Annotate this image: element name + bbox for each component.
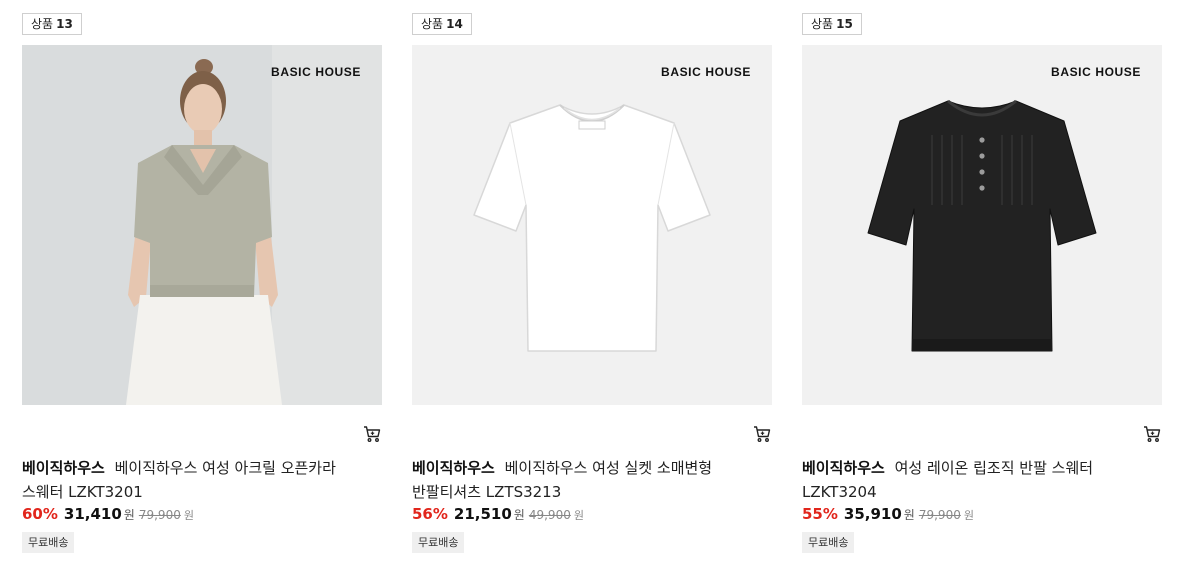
cart-icon[interactable] — [1142, 424, 1162, 444]
discount-rate: 60% — [22, 505, 58, 523]
product-number-badge: 상품 13 — [22, 13, 82, 35]
product-number-badge: 상품 15 — [802, 13, 862, 35]
knit-photo — [802, 45, 1162, 405]
brand-logo: BASIC HOUSE — [271, 65, 361, 79]
product-card[interactable]: 상품 15 BASIC HOUSE 베이직하우스 여성 레이온 립조직 반팔 스… — [802, 0, 1162, 565]
brand-logo: BASIC HOUSE — [661, 65, 751, 79]
sale-price: 31,410 — [63, 505, 122, 523]
product-brand[interactable]: 베이직하우스 — [802, 459, 885, 477]
brand-logo: BASIC HOUSE — [1051, 65, 1141, 79]
product-image[interactable]: BASIC HOUSE — [412, 45, 772, 405]
sale-price: 35,910 — [843, 505, 902, 523]
product-title[interactable]: 베이직하우스 베이직하우스 여성 실켓 소매변형 반팔티셔츠 LZTS3213 — [412, 456, 772, 504]
product-image[interactable]: BASIC HOUSE — [22, 45, 382, 405]
currency-label: 원 — [513, 508, 525, 522]
sale-price: 21,510 — [453, 505, 512, 523]
badge-number: 15 — [836, 17, 853, 31]
badge-label: 상품 — [811, 17, 834, 31]
badge-number: 14 — [446, 17, 463, 31]
product-card[interactable]: 상품 13 BASIC HOUSE 베이직하우스 베이직하우스 여성 아크릴 오… — [22, 0, 382, 565]
free-shipping-tag: 무료배송 — [412, 532, 465, 553]
currency-label: 원 — [903, 508, 915, 522]
product-title[interactable]: 베이직하우스 베이직하우스 여성 아크릴 오픈카라 스웨터 LZKT3201 — [22, 456, 382, 504]
product-title[interactable]: 베이직하우스 여성 레이온 립조직 반팔 스웨터 LZKT3204 — [802, 456, 1162, 504]
badge-label: 상품 — [31, 17, 54, 31]
discount-rate: 55% — [802, 505, 838, 523]
original-currency-label: 원 — [963, 509, 974, 522]
badge-label: 상품 — [421, 17, 444, 31]
badge-number: 13 — [56, 17, 73, 31]
currency-label: 원 — [123, 508, 135, 522]
price-row: 55% 35,910 원 79,900 원 — [802, 503, 974, 525]
product-image[interactable]: BASIC HOUSE — [802, 45, 1162, 405]
original-currency-label: 원 — [183, 509, 194, 522]
original-price: 79,900 — [138, 508, 181, 522]
original-price: 49,900 — [528, 508, 571, 522]
product-number-badge: 상품 14 — [412, 13, 472, 35]
free-shipping-tag: 무료배송 — [802, 532, 855, 553]
model-photo — [22, 45, 382, 405]
price-row: 56% 21,510 원 49,900 원 — [412, 503, 584, 525]
price-row: 60% 31,410 원 79,900 원 — [22, 503, 194, 525]
original-currency-label: 원 — [573, 509, 584, 522]
free-shipping-tag: 무료배송 — [22, 532, 75, 553]
product-card[interactable]: 상품 14 BASIC HOUSE 베이직하우스 베이직하우스 여성 실켓 소매변… — [412, 0, 772, 565]
cart-icon[interactable] — [752, 424, 772, 444]
original-price: 79,900 — [918, 508, 961, 522]
product-brand[interactable]: 베이직하우스 — [412, 459, 495, 477]
cart-icon[interactable] — [362, 424, 382, 444]
product-brand[interactable]: 베이직하우스 — [22, 459, 105, 477]
tshirt-photo — [412, 45, 772, 405]
discount-rate: 56% — [412, 505, 448, 523]
